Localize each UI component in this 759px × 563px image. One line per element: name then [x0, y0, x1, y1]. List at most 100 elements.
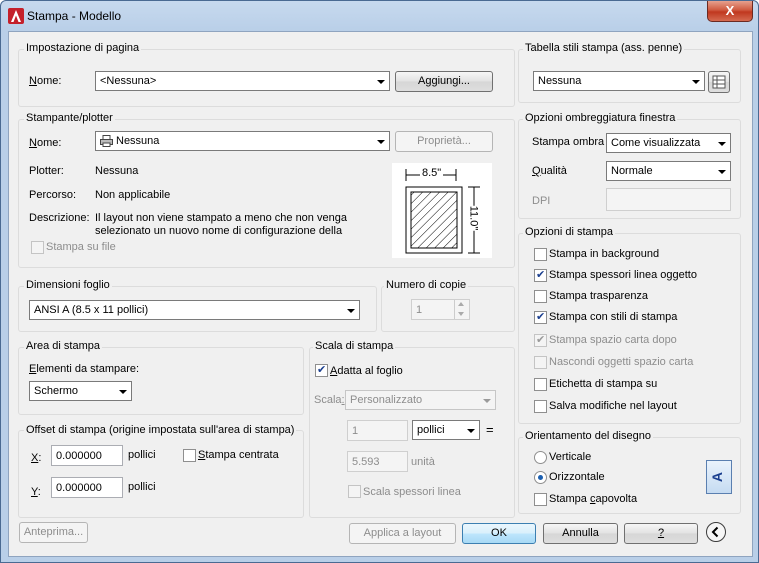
chevron-down-icon: [119, 390, 127, 394]
plot-option-label: Stampa con stili di stampa: [549, 311, 678, 323]
chevron-down-icon: [483, 399, 491, 403]
chevron-down-icon: [692, 80, 700, 84]
chevron-down-icon: [718, 142, 726, 146]
preview-button[interactable]: Anteprima...: [19, 522, 88, 543]
page-setup-name-combo[interactable]: <Nessuna>: [95, 71, 390, 91]
printer-icon: [100, 135, 113, 147]
chevron-down-icon: [467, 429, 475, 433]
fit-to-paper-checkbox[interactable]: ✔: [315, 364, 328, 377]
autocad-logo-icon: [8, 8, 24, 24]
dpi-input[interactable]: [606, 188, 731, 211]
plot-option-label: Stampa spessori linea oggetto: [549, 269, 697, 281]
center-plot-label: Stampa centrata: [198, 449, 279, 461]
printer-name-combo[interactable]: Nessuna: [95, 131, 390, 151]
plot-option-label: Stampa in background: [549, 248, 660, 260]
plot-option-checkbox[interactable]: [534, 378, 547, 391]
landscape-label: Orizzontale: [549, 471, 605, 483]
offset-x-label: X:: [31, 452, 42, 464]
upside-down-checkbox[interactable]: [534, 493, 547, 506]
plot-option-label: Salva modifiche nel layout: [549, 400, 677, 412]
plotter-label: Plotter:: [29, 165, 64, 177]
scale-unit-value: pollici: [417, 424, 445, 436]
shade-plot-combo[interactable]: Come visualizzata: [606, 133, 731, 153]
printer-properties-button[interactable]: Proprietà...: [395, 131, 493, 152]
description-label: Descrizione:: [29, 212, 90, 224]
scale-lineweights-checkbox[interactable]: [348, 485, 361, 498]
orientation-letter: A: [709, 471, 726, 483]
title-bar[interactable]: Stampa - Modello X: [1, 1, 758, 31]
copies-input[interactable]: 1: [411, 299, 470, 320]
landscape-radio[interactable]: [534, 471, 547, 484]
help-button[interactable]: ?: [624, 523, 698, 544]
collapse-options-button[interactable]: [706, 522, 726, 542]
what-to-plot-value: Schermo: [34, 385, 79, 397]
chevron-left-icon: [711, 526, 719, 538]
shaded-viewport-group-label: Opzioni ombreggiatura finestra: [523, 112, 678, 124]
description-line-2: selezionato un nuovo nome di configurazi…: [95, 225, 343, 237]
plot-option-checkbox[interactable]: ✔: [534, 334, 547, 347]
apply-button-label: Applica a layout: [363, 527, 442, 539]
ok-button[interactable]: OK: [462, 523, 536, 544]
plot-option-label: Etichetta di stampa su: [549, 378, 658, 390]
add-page-setup-button[interactable]: Aggiungi...: [395, 71, 493, 92]
plot-option-checkbox[interactable]: ✔: [534, 311, 547, 324]
orientation-group-label: Orientamento del disegno: [523, 430, 653, 442]
plot-options-list: Stampa in background ✔ Stampa spessori lin…: [533, 247, 733, 419]
plot-option-checkbox[interactable]: [534, 248, 547, 261]
copies-value: 1: [416, 304, 423, 316]
chevron-down-icon: [347, 309, 355, 313]
help-button-label: ?: [657, 527, 665, 539]
what-to-plot-label: Elementi da stampare:: [29, 363, 140, 375]
apply-to-layout-button[interactable]: Applica a layout: [349, 523, 456, 544]
plot-option-checkbox[interactable]: [534, 400, 547, 413]
scale-denominator-unit: unità: [411, 456, 435, 468]
quality-combo[interactable]: Normale: [606, 161, 731, 181]
style-table-value: Nessuna: [538, 75, 582, 87]
paper-size-combo[interactable]: ANSI A (8.5 x 11 pollici): [29, 300, 360, 320]
chevron-down-icon: [377, 80, 385, 84]
chevron-down-icon: [377, 140, 385, 144]
plot-scale-group-label: Scala di stampa: [313, 340, 396, 352]
style-table-combo[interactable]: Nessuna: [533, 71, 705, 91]
dialog-window: Stampa - Modello X Impostazione di pagin…: [0, 0, 759, 563]
spin-up-icon[interactable]: [458, 302, 464, 306]
spin-down-icon[interactable]: [458, 312, 464, 316]
scale-combo[interactable]: Personalizzato: [345, 390, 496, 410]
edit-table-icon: [712, 75, 726, 89]
print-to-file-checkbox[interactable]: [31, 241, 44, 254]
plot-option-checkbox[interactable]: [534, 356, 547, 369]
edit-style-table-button[interactable]: [708, 71, 730, 93]
scale-numerator-input[interactable]: 1: [347, 420, 408, 441]
chevron-down-icon: [718, 170, 726, 174]
path-value: Non applicabile: [95, 189, 171, 201]
portrait-radio[interactable]: [534, 451, 547, 464]
scale-equals: =: [486, 422, 494, 437]
scale-denominator-input[interactable]: 5.593: [347, 451, 408, 472]
scale-denominator-value: 5.593: [352, 456, 380, 468]
scale-unit-combo[interactable]: pollici: [412, 420, 480, 440]
what-to-plot-combo[interactable]: Schermo: [29, 381, 132, 401]
orientation-preview-icon: A: [706, 460, 732, 494]
paper-width-label: 8.5": [420, 167, 444, 179]
dpi-label: DPI: [532, 195, 551, 207]
plot-option-label: Stampa trasparenza: [549, 290, 649, 302]
offset-x-input[interactable]: 0.000000: [51, 445, 123, 466]
offset-x-unit: pollici: [128, 449, 156, 461]
cancel-button[interactable]: Annulla: [543, 523, 618, 544]
copies-group-label: Numero di copie: [384, 279, 469, 291]
plot-option-checkbox[interactable]: ✔: [534, 269, 547, 282]
printer-group-label: Stampante/plotter: [24, 112, 115, 124]
radio-dot-icon: [538, 475, 543, 480]
paper-size-group-label: Dimensioni foglio: [24, 279, 112, 291]
plot-option-checkbox[interactable]: [534, 290, 547, 303]
center-plot-checkbox[interactable]: [183, 449, 196, 462]
preview-button-label: Anteprima...: [23, 526, 84, 538]
close-button[interactable]: X: [707, 1, 753, 22]
plot-offset-group-label: Offset di stampa (origine impostata sull…: [24, 424, 297, 436]
scale-lineweights-label: Scala spessori linea: [363, 486, 461, 498]
copies-spinner[interactable]: [454, 300, 469, 319]
offset-y-value: 0.000000: [56, 482, 102, 494]
offset-y-unit: pollici: [128, 481, 156, 493]
offset-y-input[interactable]: 0.000000: [51, 477, 123, 498]
plot-area-group-label: Area di stampa: [24, 340, 102, 352]
